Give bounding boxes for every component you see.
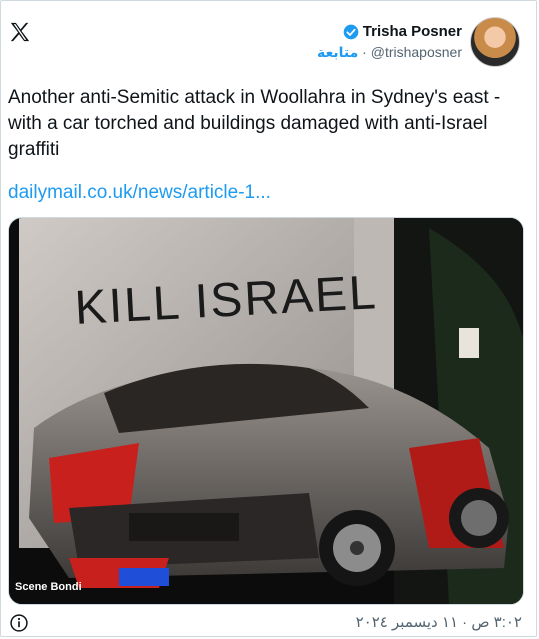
tweet-text: Another anti-Semitic attack in Woollahra… — [8, 87, 501, 160]
verified-badge-icon — [343, 24, 359, 39]
timestamp[interactable]: ٣:٠٢ ص · ١١ ديسمبر ٢٠٢٤ — [356, 613, 522, 631]
author-handle[interactable]: @trishaposner — [371, 44, 462, 60]
name-row: Trisha Posner — [317, 23, 462, 40]
separator: · — [362, 44, 367, 60]
author-header: Trisha Posner متابعة · @trishaposner — [317, 17, 520, 73]
burned-car-photo: KILL ISRAEL Scene Bondi — [9, 218, 523, 604]
tweet-footer: ٣:٠٢ ص · ١١ ديسمبر ٢٠٢٤ — [1, 611, 539, 635]
tweet-card: Trisha Posner متابعة · @trishaposner Ano… — [0, 0, 537, 637]
x-logo-icon[interactable] — [9, 21, 31, 43]
info-icon[interactable] — [9, 613, 29, 633]
handle-row: متابعة · @trishaposner — [317, 44, 462, 61]
author-info: Trisha Posner متابعة · @trishaposner — [317, 23, 462, 61]
follow-button[interactable]: متابعة — [317, 44, 358, 60]
watermark: Scene Bondi — [15, 581, 82, 593]
avatar[interactable] — [470, 17, 520, 67]
tweet-media-image[interactable]: KILL ISRAEL Scene Bondi — [8, 217, 524, 605]
author-name[interactable]: Trisha Posner — [363, 23, 462, 40]
article-link[interactable]: dailymail.co.uk/news/article-1... — [8, 182, 271, 204]
